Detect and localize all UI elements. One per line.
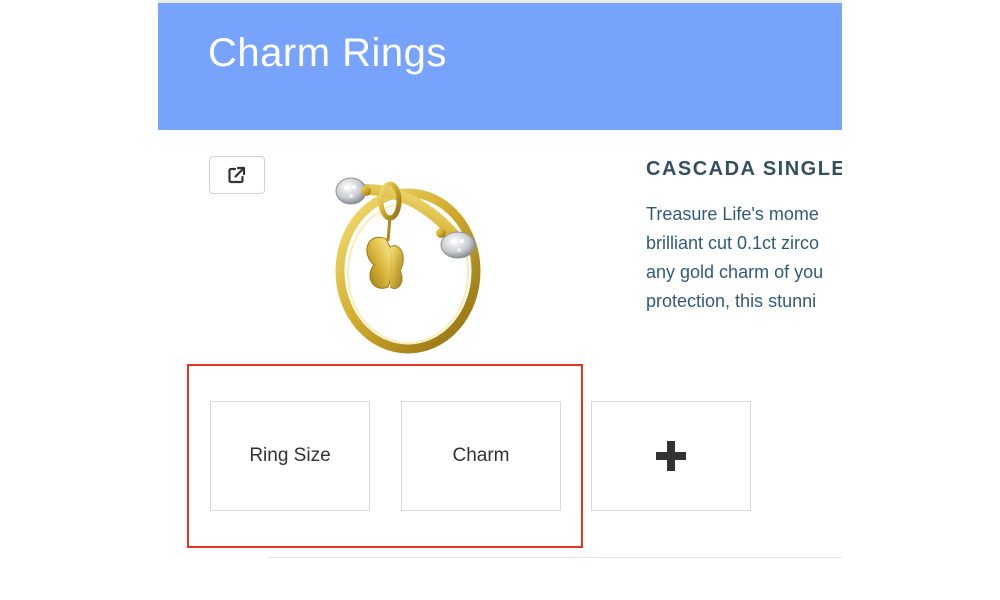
charm-option[interactable]: Charm: [401, 401, 561, 511]
add-option-button[interactable]: [591, 401, 751, 511]
product-title: CASCADA SINGLE: [646, 158, 842, 180]
plus-icon: [656, 441, 686, 471]
description-line: any gold charm of you: [646, 262, 824, 282]
ring-size-option[interactable]: Ring Size: [210, 401, 370, 511]
page-title: Charm Rings: [208, 31, 447, 75]
description-line: brilliant cut 0.1ct zirco: [646, 233, 820, 253]
product-description: Treasure Life's mome brilliant cut 0.1ct…: [646, 200, 842, 316]
page-viewport: Charm Rings CASCADA SINGLE Treasure Life…: [158, 0, 842, 600]
share-button[interactable]: [209, 156, 265, 194]
description-line: protection, this stunni: [646, 291, 817, 311]
external-link-icon: [228, 166, 246, 184]
description-line: Treasure Life's mome: [646, 204, 819, 224]
page-header: Charm Rings: [158, 3, 842, 130]
screenshot-stage: Charm Rings CASCADA SINGLE Treasure Life…: [0, 0, 1000, 600]
ring-size-label: Ring Size: [249, 445, 331, 466]
charm-label: Charm: [452, 445, 510, 466]
product-image: [335, 177, 481, 354]
divider: [268, 557, 842, 558]
